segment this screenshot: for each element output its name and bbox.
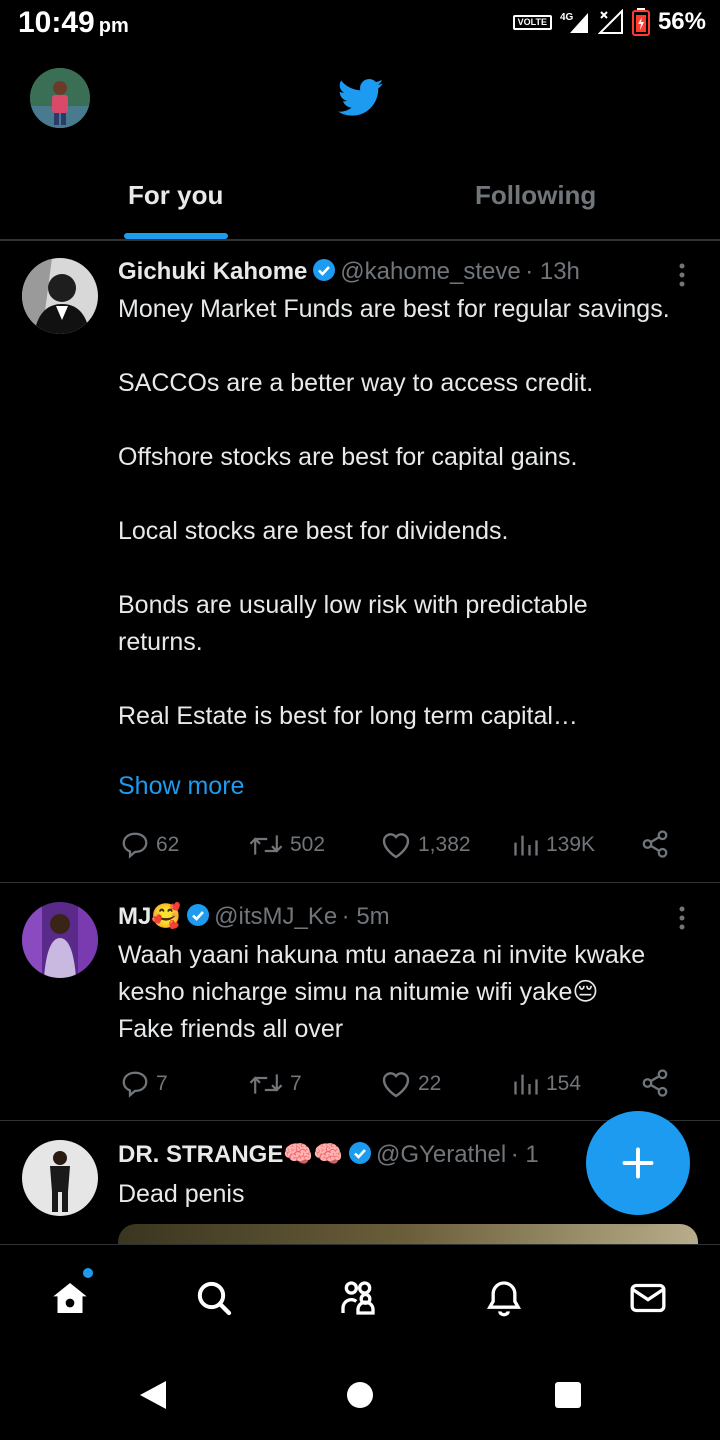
retweet-icon (249, 1074, 283, 1094)
tweet-header: MJ🥰 @itsMJ_Ke · 5m (118, 902, 390, 931)
home-circle-icon[interactable] (346, 1381, 374, 1409)
recents-icon[interactable] (554, 1381, 582, 1409)
tweet-header: DR. STRANGE🧠🧠 @GYerathel · 1 (118, 1140, 539, 1169)
network-type-label: 4G (560, 12, 574, 23)
retweet-button[interactable]: 502 (248, 830, 325, 860)
verified-badge-icon (186, 904, 209, 926)
signal-icon (597, 9, 623, 34)
like-count: 22 (418, 1072, 442, 1095)
twitter-bird-icon (338, 79, 384, 116)
search-icon[interactable] (194, 1276, 234, 1320)
messages-icon[interactable] (628, 1276, 668, 1320)
tweet-author-avatar[interactable] (22, 1140, 98, 1216)
tab-following[interactable]: Following (475, 180, 596, 211)
profile-avatar-image (30, 68, 90, 128)
retweet-count: 502 (290, 833, 326, 856)
tweet-author-handle: @itsMJ_Ke (214, 903, 338, 930)
status-bar: 10:49 pm VOLTE 4G 56% (0, 0, 720, 48)
views-icon (514, 835, 538, 856)
like-icon (382, 1072, 410, 1098)
profile-avatar[interactable] (30, 68, 90, 128)
share-icon[interactable] (640, 828, 670, 860)
status-time-ampm: pm (98, 15, 129, 37)
reply-count: 7 (156, 1072, 168, 1095)
battery-percent: 56% (657, 8, 706, 35)
reply-icon (122, 832, 148, 859)
home-icon[interactable] (50, 1276, 90, 1320)
retweet-count: 7 (290, 1072, 302, 1095)
share-icon[interactable] (640, 1067, 670, 1099)
tweet-text: Waah yaani hakuna mtu anaeza ni invite k… (118, 941, 646, 1043)
tab-for-you[interactable]: For you (128, 180, 223, 211)
like-icon (382, 833, 410, 859)
tweet-divider (0, 882, 720, 883)
more-options-icon[interactable] (672, 905, 692, 931)
avatar-image (22, 1140, 98, 1216)
tweet-header: Gichuki Kahome @kahome_steve · 13h (118, 258, 580, 286)
notifications-icon[interactable] (484, 1276, 524, 1320)
tabs-divider (0, 239, 720, 241)
status-icons: VOLTE 4G 56% (512, 8, 706, 36)
avatar-image (22, 258, 98, 334)
views-button[interactable]: 154 (512, 1069, 581, 1099)
tweet-author-handle: @GYerathel (376, 1141, 507, 1168)
reply-button[interactable]: 62 (120, 830, 179, 860)
tweet-author-name[interactable]: Gichuki Kahome (118, 258, 307, 285)
tweet-author-name[interactable]: MJ🥰 (118, 903, 181, 930)
home-notification-dot (83, 1268, 93, 1278)
back-icon[interactable] (138, 1379, 168, 1411)
views-icon (514, 1074, 538, 1095)
more-options-icon[interactable] (672, 262, 692, 288)
like-button[interactable]: 22 (380, 1069, 441, 1099)
tweet-time: · 13h (525, 258, 580, 285)
status-time: 10:49 pm (18, 6, 129, 40)
avatar-image (22, 902, 98, 978)
verified-badge-icon (348, 1142, 371, 1164)
communities-icon[interactable] (338, 1276, 378, 1320)
views-button[interactable]: 139K (512, 830, 595, 860)
retweet-icon (249, 835, 283, 855)
reply-icon (122, 1071, 148, 1098)
signal-4g-icon: 4G (560, 12, 588, 33)
like-button[interactable]: 1,382 (380, 830, 471, 860)
show-more-link[interactable]: Show more (118, 772, 244, 801)
tweet-text: Money Market Funds are best for regular … (118, 295, 670, 730)
like-count: 1,382 (418, 833, 471, 856)
tweet-author-name[interactable]: DR. STRANGE🧠🧠 (118, 1141, 343, 1168)
tweet-author-avatar[interactable] (22, 258, 98, 334)
system-navigation-bar (0, 1352, 720, 1440)
tweet-time: · 5m (341, 903, 390, 930)
views-count: 139K (546, 833, 596, 856)
views-count: 154 (546, 1072, 582, 1095)
tweet-time: · 1 (510, 1141, 539, 1168)
plus-icon (622, 1147, 654, 1179)
reply-count: 62 (156, 833, 180, 856)
reply-button[interactable]: 7 (120, 1069, 168, 1099)
tweet-author-avatar[interactable] (22, 902, 98, 978)
volte-icon: VOLTE (512, 14, 552, 30)
status-time-value: 10:49 (18, 6, 95, 39)
tweet-author-handle: @kahome_steve (340, 258, 521, 285)
verified-badge-icon (312, 259, 335, 281)
tweet-media-image[interactable] (118, 1224, 698, 1246)
compose-tweet-button[interactable] (586, 1111, 690, 1215)
battery-icon (631, 8, 650, 36)
retweet-button[interactable]: 7 (248, 1069, 302, 1099)
